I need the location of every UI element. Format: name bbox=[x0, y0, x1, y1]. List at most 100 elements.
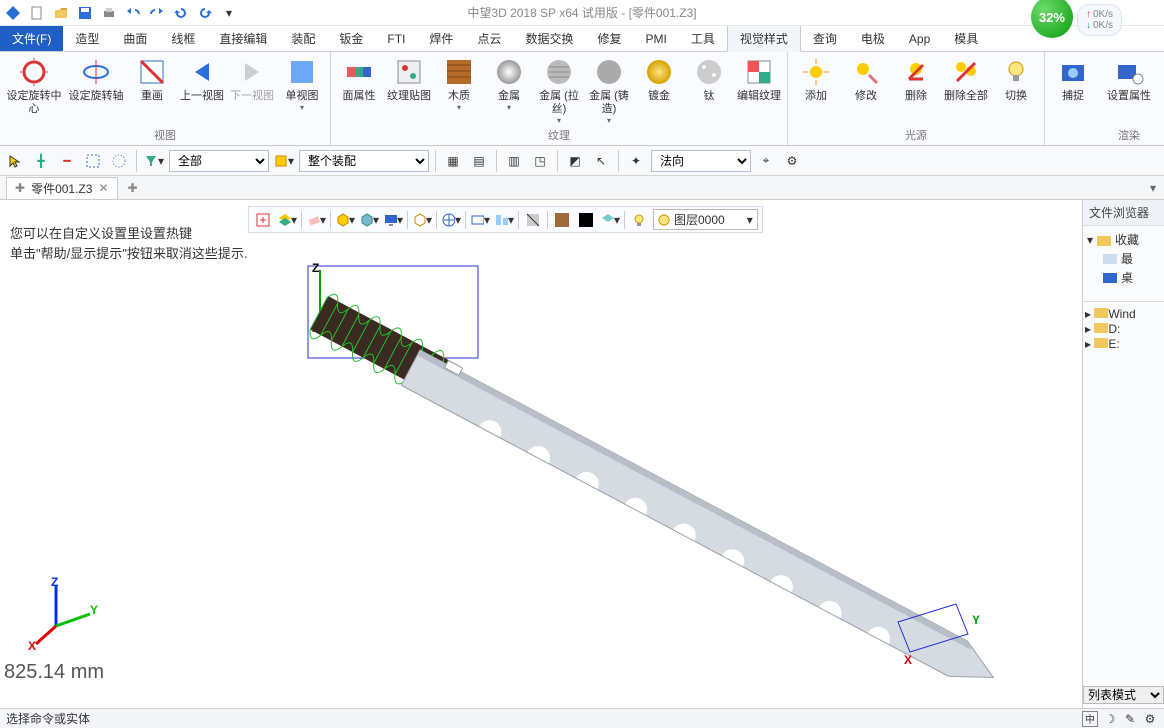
tool-3-icon[interactable]: ▥ bbox=[503, 150, 525, 172]
filter-type-icon[interactable]: ▾ bbox=[143, 150, 165, 172]
next-view-button[interactable]: 下一视图 bbox=[230, 56, 274, 116]
tab-pointcloud[interactable]: 点云 bbox=[465, 26, 513, 51]
metal-button[interactable]: 金属▾ bbox=[487, 56, 531, 125]
vp-monitor-icon[interactable]: ▾ bbox=[383, 210, 403, 230]
redo-history-icon[interactable] bbox=[196, 4, 214, 22]
tab-data-exchange[interactable]: 数据交换 bbox=[513, 26, 585, 51]
metal-brushed-button[interactable]: 金属 (拉丝)▾ bbox=[537, 56, 581, 125]
cursor-icon[interactable] bbox=[4, 150, 26, 172]
light-toggle-button[interactable]: 切换 bbox=[994, 56, 1038, 103]
tab-repair[interactable]: 修复 bbox=[585, 26, 633, 51]
normal-combo[interactable]: 法向 bbox=[651, 150, 751, 172]
status-gear-icon[interactable]: ⚙ bbox=[1142, 711, 1158, 727]
vp-swatch1-icon[interactable] bbox=[552, 210, 572, 230]
gold-button[interactable]: 镀金 bbox=[637, 56, 681, 125]
assembly-scope-combo[interactable]: 整个装配 bbox=[299, 150, 429, 172]
tab-app[interactable]: App bbox=[897, 26, 942, 51]
save-icon[interactable] bbox=[76, 4, 94, 22]
add-filter-icon[interactable]: ╋ bbox=[30, 150, 52, 172]
viewport[interactable]: ▾ ▾ ▾ ▾ ▾ ▾ ▾ ▾ ▾ ▾ 图层0000 ▾ bbox=[0, 200, 1082, 708]
vp-wireframe-icon[interactable]: ▾ bbox=[412, 210, 432, 230]
tab-wireframe[interactable]: 线框 bbox=[159, 26, 207, 51]
vp-bulb-icon[interactable] bbox=[629, 210, 649, 230]
drive-d[interactable]: ▸ D: bbox=[1085, 321, 1162, 336]
tab-tools[interactable]: 工具 bbox=[679, 26, 727, 51]
edit-texture-button[interactable]: 编辑纹理 bbox=[737, 56, 781, 125]
tool-8-icon[interactable]: ⌖ bbox=[755, 150, 777, 172]
tab-pmi[interactable]: PMI bbox=[633, 26, 678, 51]
doc-close-icon[interactable]: ✕ bbox=[98, 181, 108, 195]
new-icon[interactable] bbox=[28, 4, 46, 22]
tab-assembly[interactable]: 装配 bbox=[279, 26, 327, 51]
status-moon-icon[interactable]: ☽ bbox=[1102, 711, 1118, 727]
light-delete-button[interactable]: 删除 bbox=[894, 56, 938, 103]
vp-exit-icon[interactable] bbox=[253, 210, 273, 230]
filter-dotted-icon[interactable] bbox=[108, 150, 130, 172]
tab-visual-style[interactable]: 视觉样式 bbox=[727, 26, 801, 52]
customize-qat-icon[interactable]: ▾ bbox=[220, 4, 238, 22]
metal-cast-button[interactable]: 金属 (铸造)▾ bbox=[587, 56, 631, 125]
tab-modeling[interactable]: 造型 bbox=[63, 26, 111, 51]
list-mode-combo[interactable]: 列表模式 bbox=[1083, 686, 1164, 704]
tool-7-icon[interactable]: ✦ bbox=[625, 150, 647, 172]
face-attr-button[interactable]: 面属性 bbox=[337, 56, 381, 125]
light-add-button[interactable]: 添加 bbox=[794, 56, 838, 103]
status-tool-icon[interactable]: ✎ bbox=[1122, 711, 1138, 727]
speed-percent[interactable]: 32% bbox=[1031, 0, 1073, 38]
fav-desktop[interactable]: 桌 bbox=[1085, 268, 1162, 287]
remove-filter-icon[interactable]: ━ bbox=[56, 150, 78, 172]
vp-align-icon[interactable]: ▾ bbox=[494, 210, 514, 230]
tool-1-icon[interactable]: ▦ bbox=[442, 150, 464, 172]
vp-box2-icon[interactable]: ▾ bbox=[359, 210, 379, 230]
tool-6-icon[interactable]: ↖ bbox=[590, 150, 612, 172]
status-lang-icon[interactable]: 中 bbox=[1082, 711, 1098, 727]
vp-swatch2-icon[interactable] bbox=[576, 210, 596, 230]
titanium-button[interactable]: 钛 bbox=[687, 56, 731, 125]
drive-windows[interactable]: ▸ Wind bbox=[1085, 306, 1162, 321]
tool-4-icon[interactable]: ◳ bbox=[529, 150, 551, 172]
open-icon[interactable] bbox=[52, 4, 70, 22]
layer-combo[interactable]: 图层0000 ▾ bbox=[653, 209, 758, 230]
prev-view-button[interactable]: 上一视图 bbox=[180, 56, 224, 116]
capture-button[interactable]: 捕捉 bbox=[1051, 56, 1095, 103]
file-menu[interactable]: 文件(F) bbox=[0, 26, 63, 51]
vp-eraser-icon[interactable]: ▾ bbox=[306, 210, 326, 230]
tab-direct-edit[interactable]: 直接编辑 bbox=[207, 26, 279, 51]
texture-map-button[interactable]: 纹理贴图 bbox=[387, 56, 431, 125]
filter-dashed-icon[interactable] bbox=[82, 150, 104, 172]
undo-history-icon[interactable] bbox=[172, 4, 190, 22]
fav-recent[interactable]: 最 bbox=[1085, 249, 1162, 268]
light-modify-button[interactable]: 修改 bbox=[844, 56, 888, 103]
vp-layers-icon[interactable]: ▾ bbox=[277, 210, 297, 230]
vp-shade-icon[interactable]: ▾ bbox=[600, 210, 620, 230]
set-spin-center-button[interactable]: 设定旋转中心 bbox=[6, 56, 62, 116]
tab-fti[interactable]: FTI bbox=[375, 26, 417, 51]
vp-section-icon[interactable] bbox=[523, 210, 543, 230]
drive-e[interactable]: ▸ E: bbox=[1085, 336, 1162, 351]
app-icon[interactable] bbox=[4, 4, 22, 22]
redraw-button[interactable]: 重画 bbox=[130, 56, 174, 116]
tab-mold[interactable]: 模具 bbox=[942, 26, 990, 51]
tab-query[interactable]: 查询 bbox=[801, 26, 849, 51]
light-delete-all-button[interactable]: 删除全部 bbox=[944, 56, 988, 103]
fav-root[interactable]: ▾ 收藏 bbox=[1085, 230, 1162, 249]
render-props-button[interactable]: 设置属性 bbox=[1101, 56, 1157, 103]
tab-surface[interactable]: 曲面 bbox=[111, 26, 159, 51]
print-icon[interactable] bbox=[100, 4, 118, 22]
document-tab[interactable]: ✚ 零件001.Z3 ✕ bbox=[6, 177, 118, 199]
vp-box-icon[interactable]: ▾ bbox=[335, 210, 355, 230]
undo-icon[interactable] bbox=[124, 4, 142, 22]
tool-9-icon[interactable]: ⚙ bbox=[781, 150, 803, 172]
tab-overflow-icon[interactable]: ▾ bbox=[1150, 181, 1156, 195]
set-spin-axis-button[interactable]: 设定旋转轴 bbox=[68, 56, 124, 116]
vp-rect-icon[interactable]: ▾ bbox=[470, 210, 490, 230]
tab-sheetmetal[interactable]: 钣金 bbox=[327, 26, 375, 51]
tool-5-icon[interactable]: ◩ bbox=[564, 150, 586, 172]
tool-2-icon[interactable]: ▤ bbox=[468, 150, 490, 172]
filter-scope-combo[interactable]: 全部 bbox=[169, 150, 269, 172]
assembly-scope-icon[interactable]: ▾ bbox=[273, 150, 295, 172]
vp-globe-icon[interactable]: ▾ bbox=[441, 210, 461, 230]
redo-icon[interactable] bbox=[148, 4, 166, 22]
add-tab-icon[interactable]: ✚ bbox=[128, 181, 138, 195]
wood-button[interactable]: 木质▾ bbox=[437, 56, 481, 125]
